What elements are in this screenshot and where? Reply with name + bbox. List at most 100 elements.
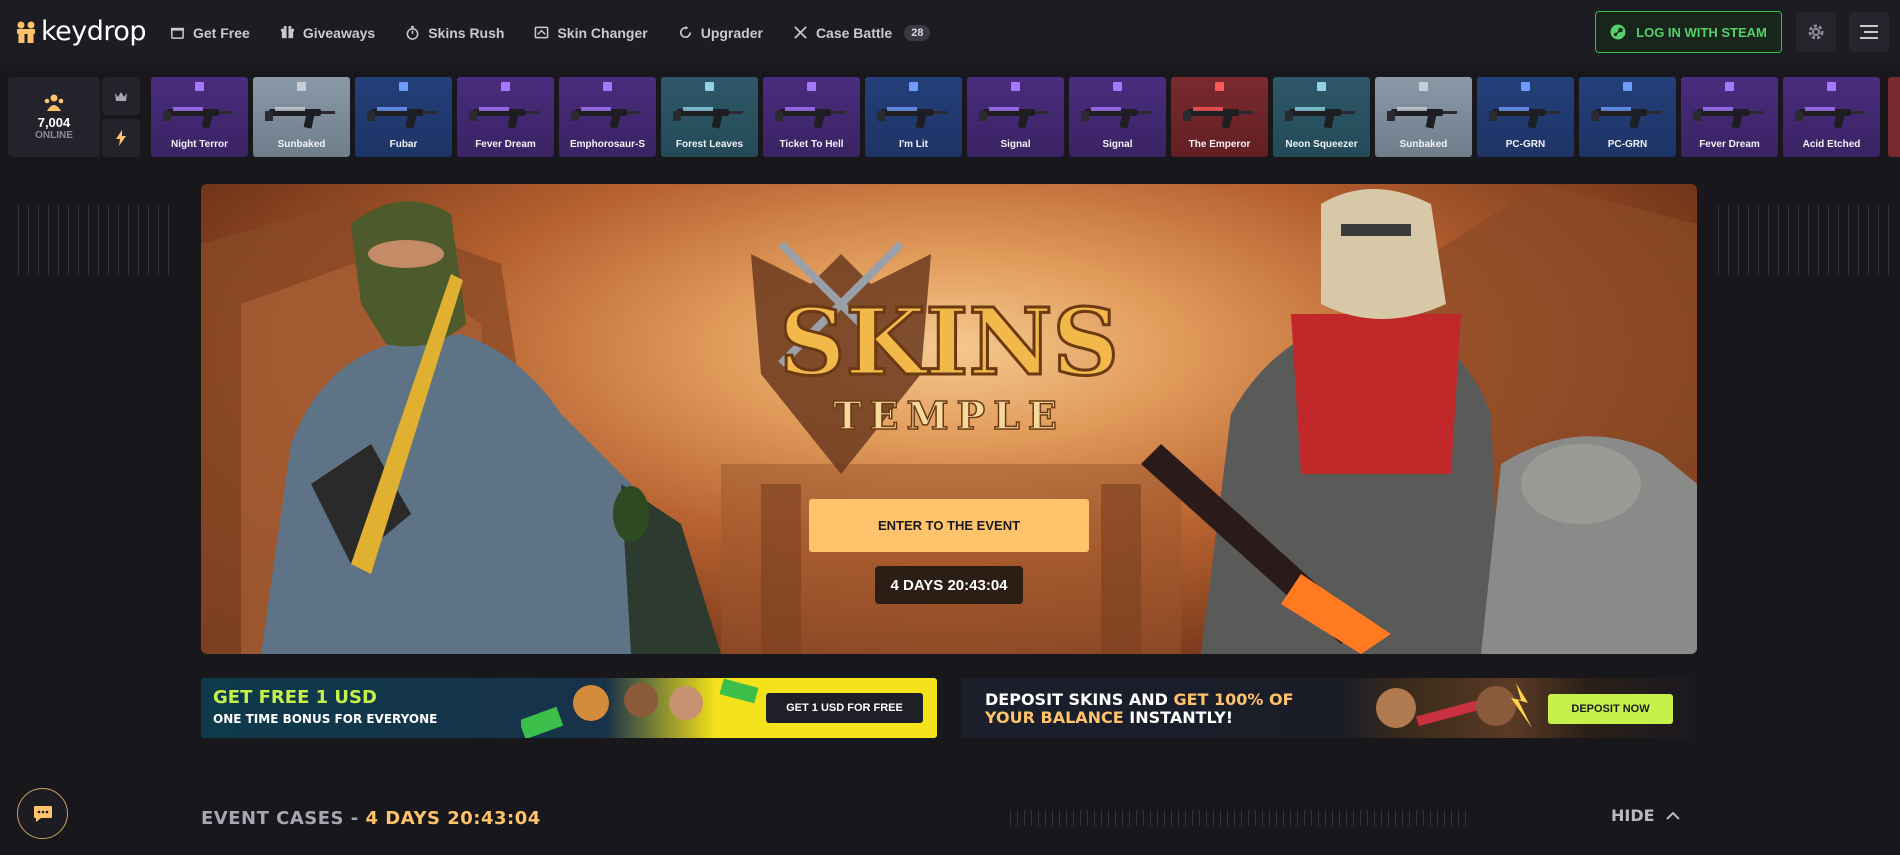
drop-card[interactable]: PC-GRN xyxy=(1579,77,1676,157)
deposit-promo-banner[interactable]: DEPOSIT SKINS AND GET 100% OF YOUR BALAN… xyxy=(961,678,1697,738)
drop-card[interactable]: Signal xyxy=(967,77,1064,157)
menu-button[interactable] xyxy=(1849,12,1889,52)
divider-tick xyxy=(1017,810,1018,826)
divider-tick xyxy=(1108,810,1109,826)
drop-card[interactable]: I'm Lit xyxy=(865,77,962,157)
case-type-icon xyxy=(1317,82,1326,91)
enter-event-button[interactable]: ENTER TO THE EVENT xyxy=(809,499,1089,552)
divider-tick xyxy=(1311,810,1312,826)
divider-tick xyxy=(1290,810,1291,826)
top-drops-filter-button[interactable] xyxy=(102,77,140,115)
divider-tick xyxy=(1136,810,1137,826)
drop-card[interactable]: Fever Dream xyxy=(457,77,554,157)
nav-label: Upgrader xyxy=(700,24,763,41)
drop-card[interactable]: Sunbaked xyxy=(1375,77,1472,157)
drop-skin-name: Emphorosaur-S xyxy=(569,139,645,150)
divider-tick xyxy=(1199,810,1200,826)
login-with-steam-button[interactable]: LOG IN WITH STEAM xyxy=(1595,11,1782,53)
free-usd-promo-banner[interactable]: GET FREE 1 USD ONE TIME BONUS FOR EVERYO… xyxy=(201,678,937,738)
nav-upgrader[interactable]: Upgrader xyxy=(678,25,763,41)
divider-tick xyxy=(1423,810,1424,826)
weapon-skin-icon xyxy=(469,107,539,129)
drop-card[interactable]: Emphorosaur-S xyxy=(559,77,656,157)
drop-card-partial[interactable] xyxy=(1888,77,1900,157)
chat-button[interactable] xyxy=(17,788,68,839)
divider-tick xyxy=(1416,810,1417,826)
weapon-skin-icon xyxy=(1081,107,1151,129)
keydrop-logo[interactable]: keydrop xyxy=(15,16,147,47)
hide-event-cases-button[interactable]: HIDE xyxy=(1611,806,1681,825)
drop-skin-name: Fever Dream xyxy=(1699,139,1760,150)
drop-card[interactable]: PC-GRN xyxy=(1477,77,1574,157)
drop-card[interactable]: Ticket To Hell xyxy=(763,77,860,157)
drop-card[interactable]: Signal xyxy=(1069,77,1166,157)
case-type-icon xyxy=(195,82,204,91)
hamburger-menu-icon xyxy=(1860,25,1878,39)
divider-tick xyxy=(1143,810,1144,826)
divider-tick xyxy=(1276,810,1277,826)
online-count: 7,004 xyxy=(37,115,71,130)
drop-card[interactable]: Fubar xyxy=(355,77,452,157)
divider-tick xyxy=(1129,810,1130,826)
side-decoration-left xyxy=(18,205,169,275)
settings-button[interactable] xyxy=(1796,12,1836,52)
skins-temple-event-banner[interactable]: SKINS TEMPLE ENTER TO THE EVENT 4 DAYS 2… xyxy=(201,184,1697,654)
promo-deposit-highlight: GET 100% OF xyxy=(1173,690,1294,709)
divider-tick xyxy=(1087,810,1088,826)
swap-icon xyxy=(535,26,549,39)
divider-tick xyxy=(1430,810,1431,826)
promo-deposit-line1: DEPOSIT SKINS AND GET 100% OF xyxy=(985,690,1294,709)
nav-label: Get Free xyxy=(193,24,250,41)
divider-tick xyxy=(1192,810,1193,826)
divider-tick xyxy=(1332,810,1333,826)
event-title-line1: SKINS xyxy=(779,288,1119,396)
upgrade-circle-icon xyxy=(679,25,691,38)
deposit-now-button[interactable]: DEPOSIT NOW xyxy=(1548,694,1673,724)
drop-skin-name: Ticket To Hell xyxy=(779,139,844,150)
drop-skin-name: Night Terror xyxy=(170,139,229,150)
nav-label: Skins Rush xyxy=(428,24,505,41)
drop-skin-name: Fubar xyxy=(389,139,418,150)
drop-skin-name: Neon Squeezer xyxy=(1285,139,1358,150)
nav-skin-changer[interactable]: Skin Changer xyxy=(534,25,648,41)
divider-tick xyxy=(1353,810,1354,826)
case-battle-count-badge: 28 xyxy=(904,24,931,41)
weapon-skin-icon xyxy=(265,107,335,129)
live-drops-filter-button[interactable] xyxy=(102,119,140,157)
divider-tick xyxy=(1094,810,1095,826)
nav-get-free[interactable]: Get Free xyxy=(170,25,250,41)
chat-bubble-icon xyxy=(33,805,52,822)
drop-card[interactable]: The Emperor xyxy=(1171,77,1268,157)
hide-label: HIDE xyxy=(1611,806,1655,825)
crown-icon xyxy=(115,92,127,101)
get-free-usd-button[interactable]: GET 1 USD FOR FREE xyxy=(766,693,923,723)
nav-case-battle[interactable]: Case Battle 28 xyxy=(793,24,931,41)
divider-tick xyxy=(1080,810,1081,826)
divider-tick xyxy=(1367,810,1368,826)
divider-tick xyxy=(1262,810,1263,826)
divider-tick xyxy=(1374,810,1375,826)
promo-deposit-highlight: YOUR BALANCE xyxy=(985,708,1124,727)
nav-skins-rush[interactable]: Skins Rush xyxy=(405,25,504,41)
divider-tick xyxy=(1360,810,1361,826)
case-type-icon xyxy=(399,82,408,91)
drop-card[interactable]: Acid Etched xyxy=(1783,77,1880,157)
login-label: LOG IN WITH STEAM xyxy=(1636,24,1767,40)
divider-tick xyxy=(1388,810,1389,826)
nav-giveaways[interactable]: Giveaways xyxy=(280,25,375,41)
nav-label: Giveaways xyxy=(302,24,376,41)
weapon-skin-icon xyxy=(1489,107,1559,129)
gift-box-icon xyxy=(170,27,185,39)
weapon-skin-icon xyxy=(1285,107,1355,129)
drop-card[interactable]: Forest Leaves xyxy=(661,77,758,157)
divider-tick xyxy=(1346,810,1347,826)
section-divider-ticks xyxy=(1010,810,1466,826)
event-countdown: 4 DAYS 20:43:04 xyxy=(875,566,1023,604)
drop-card[interactable]: Fever Dream xyxy=(1681,77,1778,157)
drop-card[interactable]: Sunbaked xyxy=(253,77,350,157)
divider-tick xyxy=(1451,810,1452,826)
drop-card[interactable]: Night Terror xyxy=(151,77,248,157)
case-type-icon xyxy=(1725,82,1734,91)
crossed-swords-icon xyxy=(794,26,807,39)
drop-card[interactable]: Neon Squeezer xyxy=(1273,77,1370,157)
